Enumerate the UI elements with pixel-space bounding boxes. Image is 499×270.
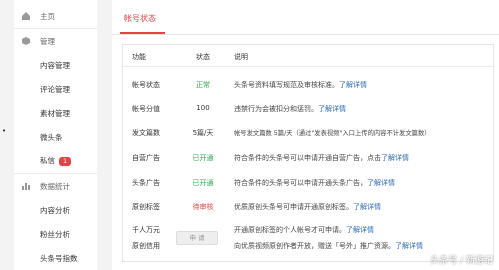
sidebar-item-label: 头条号指数	[40, 254, 78, 263]
watermark: 头条号 / 新游记	[430, 256, 493, 266]
row-desc: 违禁行为会被扣分和惩罚。了解详情	[234, 104, 346, 114]
row-name: 发文篇数	[132, 129, 160, 137]
row-name: 自营广告	[132, 154, 160, 162]
row-desc: 符合条件的头条号可以申请开通头条广告，了解详情	[234, 178, 395, 188]
row-desc-text: 向优质视频原创作者开放，赠送「号外」推广资源。	[234, 242, 395, 250]
divider	[14, 173, 97, 174]
sidebar-item-label: 内容管理	[40, 61, 70, 70]
row-desc-text: 符合条件的头条号可以申请开通头条广告，	[234, 179, 367, 187]
sidebar-item-label: 主页	[40, 12, 55, 21]
sidebar-item-comment-manage[interactable]: 评论管理	[40, 84, 70, 95]
row-desc: 头条号资料填写规范及审核标准。了解详情	[234, 80, 367, 90]
learn-more-link[interactable]: 了解详情	[367, 179, 395, 187]
row-name: 原创信用	[132, 242, 160, 250]
row-desc: 向优质视频原创作者开放，赠送「号外」推广资源。了解详情	[234, 241, 423, 251]
sidebar-item-messages[interactable]: 私信 1	[40, 155, 72, 166]
learn-more-link[interactable]: 了解详情	[381, 154, 409, 162]
row-status: 正常	[196, 81, 210, 89]
row-name: 帐号分值	[132, 105, 160, 113]
apply-button[interactable]: 申 请	[176, 231, 218, 245]
unread-badge: 1	[59, 156, 72, 166]
sidebar-item-content-analysis[interactable]: 内容分析	[40, 205, 70, 216]
cube-icon	[22, 37, 30, 45]
row-name: 帐号状态	[132, 81, 160, 89]
sidebar-item-label: 内容分析	[40, 206, 70, 215]
row-desc-text: 违禁行为会被扣分和惩罚。	[234, 105, 318, 113]
learn-more-link[interactable]: 了解详情	[318, 105, 346, 113]
sidebar-section-stats: 数据统计	[22, 181, 70, 192]
column-header-desc: 说明	[234, 53, 248, 61]
divider	[123, 66, 493, 67]
divider	[14, 28, 97, 29]
sidebar-item-material-manage[interactable]: 素材管理	[40, 108, 70, 119]
sidebar-item-content-manage[interactable]: 内容管理	[40, 60, 70, 71]
learn-more-link[interactable]: 了解详情	[395, 242, 423, 250]
row-status: 5篇/天	[192, 129, 214, 137]
main-panel: 帐号状态 功能 状态 说明 帐号状态 正常 头条号资料填写规范及审核标准。了解详…	[112, 0, 499, 270]
sidebar-item-label: 素材管理	[40, 109, 70, 118]
sidebar-item-label: 私信	[40, 156, 55, 165]
learn-more-link[interactable]: 了解详情	[353, 203, 381, 211]
bullet-dot: •	[2, 127, 7, 135]
row-status: 已开通	[192, 154, 214, 162]
home-icon	[22, 12, 30, 20]
sidebar-section-label: 数据统计	[40, 182, 70, 191]
row-desc-text: 符合条件的头条号可以申请开通自营广告，点击	[234, 154, 381, 162]
row-desc-text: 开通原创标签的个人帐号才可申请。	[234, 226, 346, 234]
row-desc: 帐号发文篇数 5篇/天（通过"发表视频"入口上传的内容不计发文篇数）	[234, 130, 431, 137]
row-desc-text: 头条号资料填写规范及审核标准。	[234, 81, 339, 89]
divider	[112, 34, 499, 35]
sidebar-item-label: 粉丝分析	[40, 230, 70, 239]
column-header-func: 功能	[132, 53, 146, 61]
row-status: 待审核	[192, 203, 214, 211]
learn-more-link[interactable]: 了解详情	[339, 81, 367, 89]
learn-more-link[interactable]: 了解详情	[346, 226, 374, 234]
tab-account-status[interactable]: 帐号状态	[124, 13, 156, 24]
sidebar-section-label: 管理	[40, 37, 55, 46]
status-table: 功能 状态 说明 帐号状态 正常 头条号资料填写规范及审核标准。了解详情 帐号分…	[122, 44, 494, 262]
sidebar: 主页 管理 内容管理 评论管理 素材管理 微头条 私信 1 数据统计 内容分析 粉…	[14, 0, 97, 270]
column-header-status: 状态	[196, 53, 210, 61]
sidebar-item-home[interactable]: 主页	[22, 11, 55, 22]
sidebar-item-fans-analysis[interactable]: 粉丝分析	[40, 229, 70, 240]
sidebar-item-wei-toutiao[interactable]: 微头条	[40, 132, 63, 143]
sidebar-item-toutiao-index[interactable]: 头条号指数	[40, 253, 78, 264]
row-desc: 符合条件的头条号可以申请开通自营广告，点击了解详情	[234, 153, 409, 163]
row-desc-text: 优质原创头条号可申请开通原创标签。	[234, 203, 353, 211]
row-desc: 开通原创标签的个人帐号才可申请。了解详情	[234, 225, 374, 235]
row-name: 千人万元	[132, 226, 160, 234]
sidebar-section-manage: 管理	[22, 36, 55, 47]
row-name: 原创标签	[132, 203, 160, 211]
sidebar-item-label: 微头条	[40, 133, 63, 142]
row-desc: 优质原创头条号可申请开通原创标签。了解详情	[234, 202, 381, 212]
sidebar-item-label: 评论管理	[40, 85, 70, 94]
row-name: 头条广告	[132, 179, 160, 187]
bar-chart-icon	[22, 183, 30, 190]
row-status: 已开通	[192, 179, 214, 187]
row-status: 100	[196, 104, 210, 112]
